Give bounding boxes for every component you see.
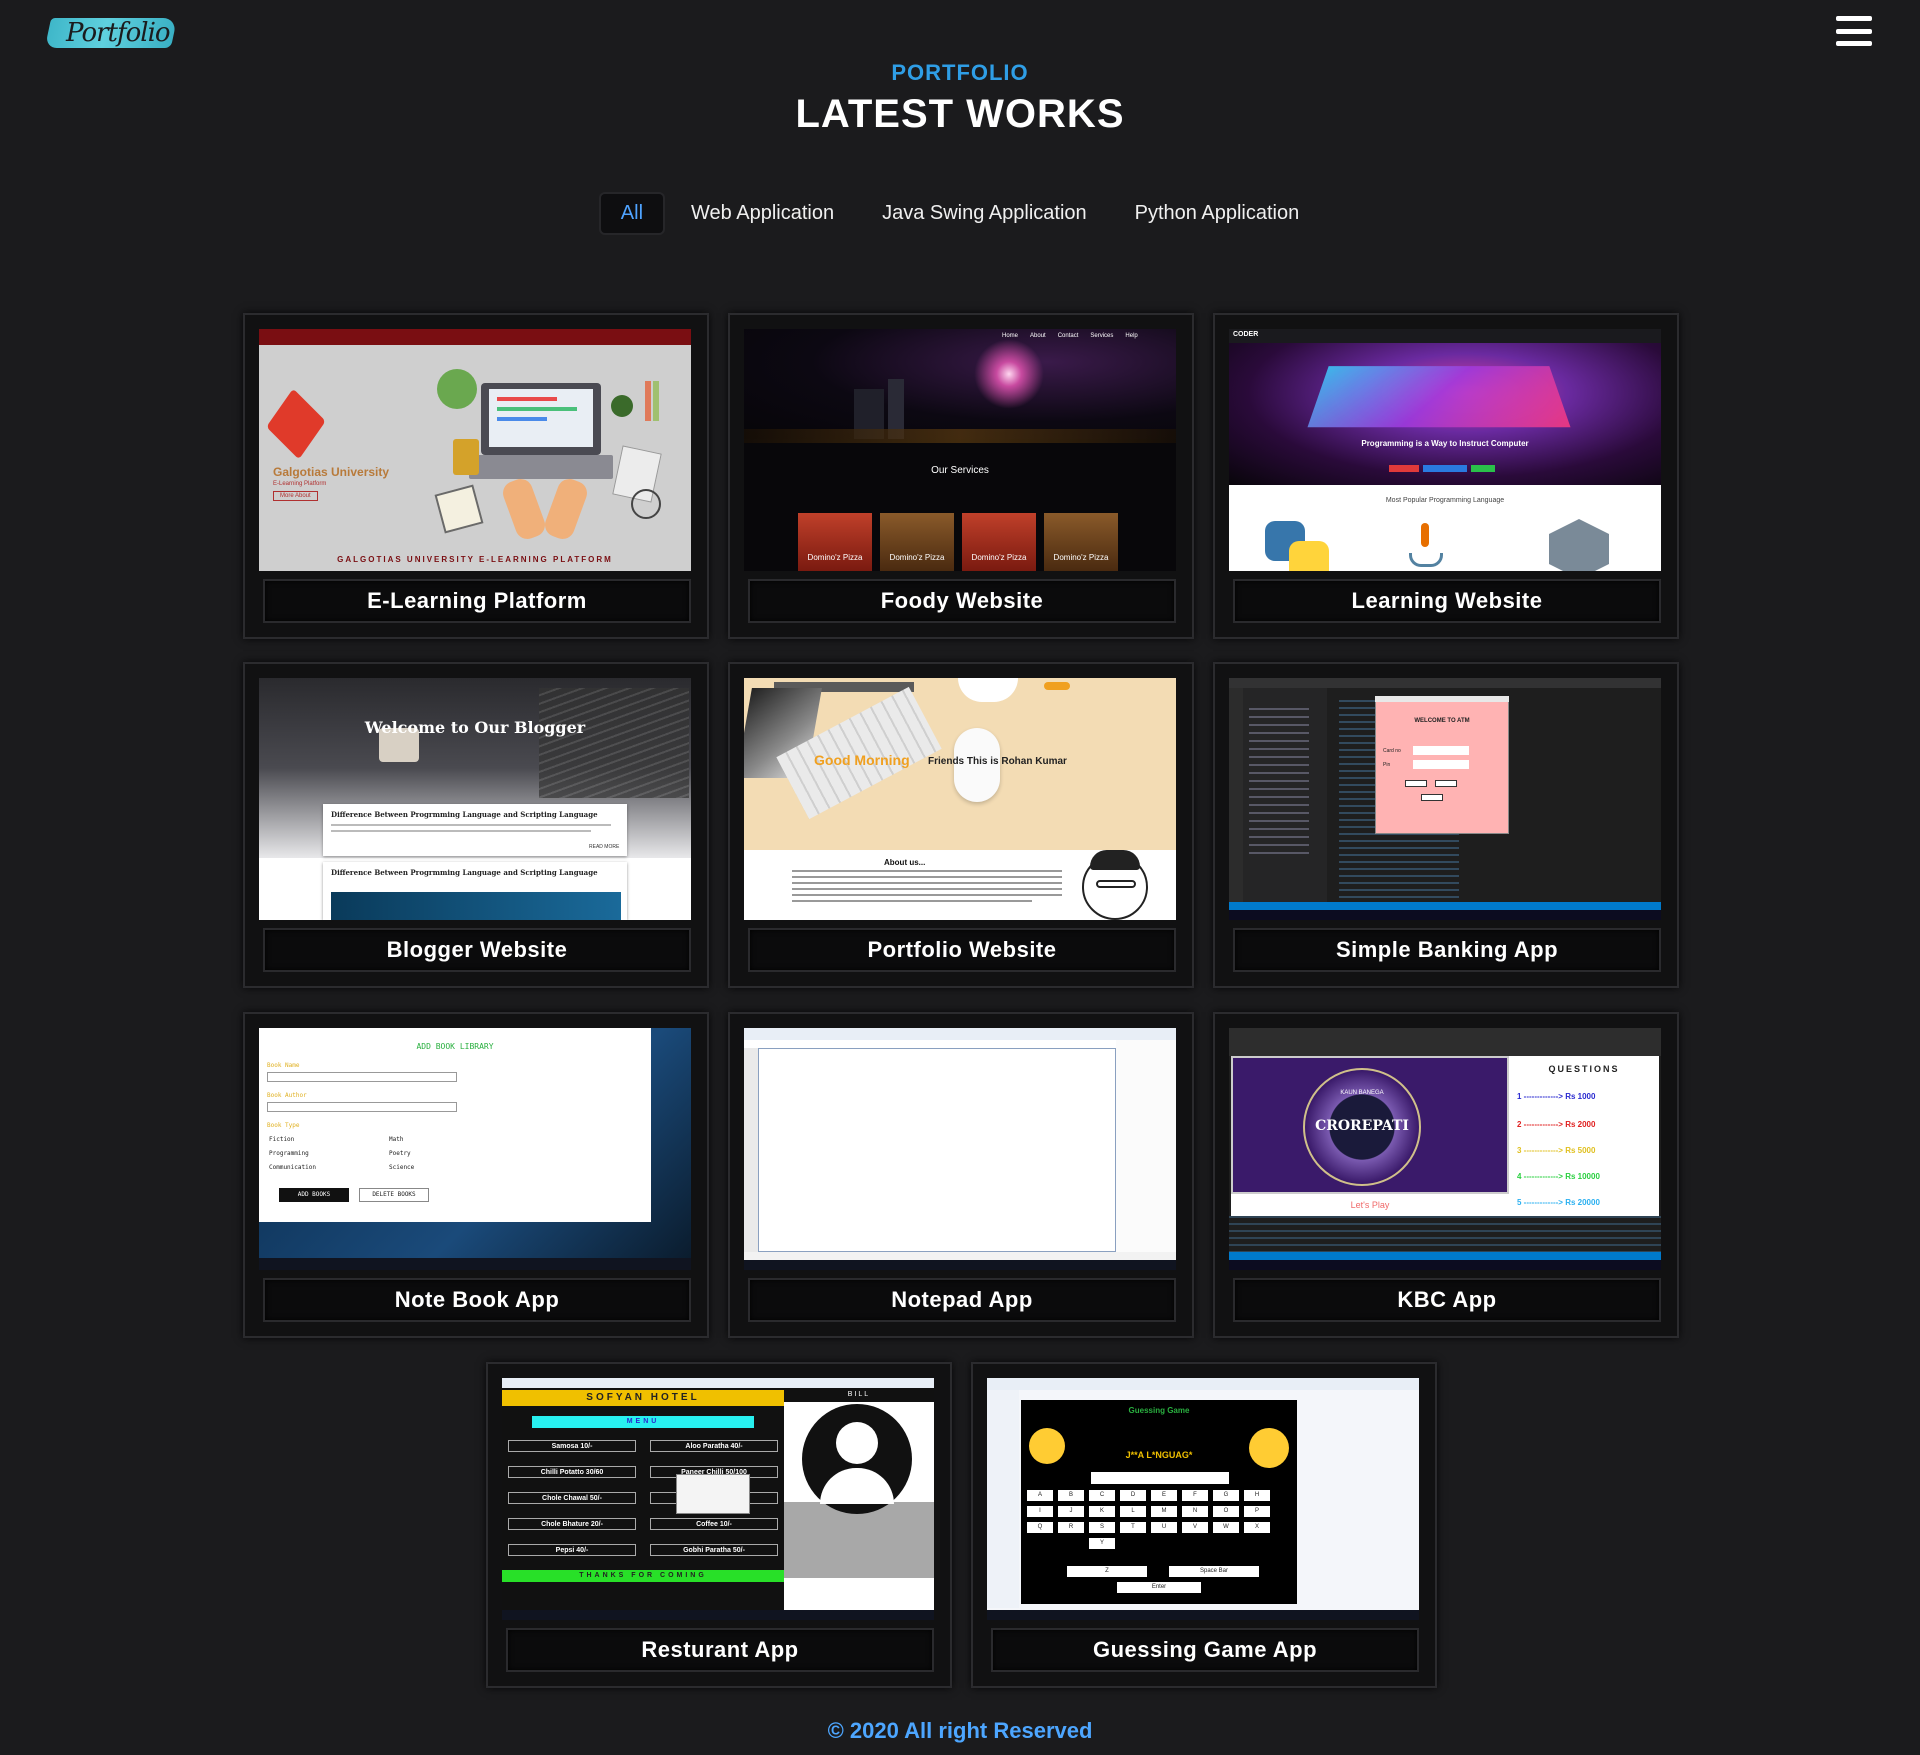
project-title: KBC App xyxy=(1233,1278,1661,1322)
project-thumbnail: Guessing Game J**A L*NGUAG* ABCDEFGHIJKL… xyxy=(987,1378,1419,1620)
project-card[interactable]: CODER Programming is a Way to Instruct C… xyxy=(1213,313,1679,639)
game-key: X xyxy=(1244,1522,1270,1533)
project-card[interactable]: SOFYAN HOTEL MENU Samosa 10/- Aloo Parat… xyxy=(486,1362,952,1688)
project-title: Guessing Game App xyxy=(991,1628,1419,1672)
game-key: U xyxy=(1151,1522,1177,1533)
game-key: I xyxy=(1027,1506,1053,1517)
project-thumbnail: WELCOME TO ATM Card no Pin xyxy=(1229,678,1661,920)
game-key: M xyxy=(1151,1506,1177,1517)
project-card[interactable]: ADD BOOK LIBRARY Book Name Book Author B… xyxy=(243,1012,709,1338)
project-thumbnail: Home About Contact Services Help Our Service… xyxy=(744,329,1176,571)
project-thumbnail: CROREPATI KAUN BANEGA QUESTIONS 1 ------… xyxy=(1229,1028,1661,1270)
game-key: F xyxy=(1182,1490,1208,1501)
project-title: Resturant App xyxy=(506,1628,934,1672)
project-title: Simple Banking App xyxy=(1233,928,1661,972)
project-card[interactable]: Good Morning Friends This is Rohan Kumar… xyxy=(728,662,1194,988)
game-key: R xyxy=(1058,1522,1084,1533)
project-title: Learning Website xyxy=(1233,579,1661,623)
project-card[interactable]: Guessing Game J**A L*NGUAG* ABCDEFGHIJKL… xyxy=(971,1362,1437,1688)
project-thumbnail xyxy=(744,1028,1176,1270)
game-key: Q xyxy=(1027,1522,1053,1533)
game-key: D xyxy=(1120,1490,1146,1501)
section-eyebrow: PORTFOLIO xyxy=(891,60,1029,85)
game-key: A xyxy=(1027,1490,1053,1501)
filter-python-application[interactable]: Python Application xyxy=(1115,194,1320,233)
logo-text: Portfolio xyxy=(66,18,171,48)
filter-web-application[interactable]: Web Application xyxy=(671,194,854,233)
project-title: Foody Website xyxy=(748,579,1176,623)
project-thumbnail: Good Morning Friends This is Rohan Kumar… xyxy=(744,678,1176,920)
project-card[interactable]: Galgotias University E-Learning Platform… xyxy=(243,313,709,639)
project-card[interactable]: Welcome to Our Blogger Difference Betwee… xyxy=(243,662,709,988)
game-key: E xyxy=(1151,1490,1177,1501)
game-key: J xyxy=(1058,1506,1084,1517)
game-key: O xyxy=(1213,1506,1239,1517)
game-key: N xyxy=(1182,1506,1208,1517)
game-key: W xyxy=(1213,1522,1239,1533)
hamburger-menu-icon[interactable] xyxy=(1836,16,1872,46)
game-key: C xyxy=(1089,1490,1115,1501)
game-key: P xyxy=(1244,1506,1270,1517)
project-thumbnail: CODER Programming is a Way to Instruct C… xyxy=(1229,329,1661,571)
project-thumbnail: Welcome to Our Blogger Difference Betwee… xyxy=(259,678,691,920)
footer-copyright: © 2020 All right Reserved xyxy=(827,1718,1093,1743)
project-thumbnail: ADD BOOK LIBRARY Book Name Book Author B… xyxy=(259,1028,691,1270)
game-key: G xyxy=(1213,1490,1239,1501)
game-key: S xyxy=(1089,1522,1115,1533)
project-card[interactable]: WELCOME TO ATM Card no Pin Simple Bankin… xyxy=(1213,662,1679,988)
project-title: Portfolio Website xyxy=(748,928,1176,972)
game-key: H xyxy=(1244,1490,1270,1501)
game-key: B xyxy=(1058,1490,1084,1501)
filter-java-swing-application[interactable]: Java Swing Application xyxy=(862,194,1107,233)
game-key: Y xyxy=(1089,1538,1115,1549)
filter-all[interactable]: All xyxy=(600,194,664,233)
project-card[interactable]: Home About Contact Services Help Our Service… xyxy=(728,313,1194,639)
game-key: L xyxy=(1120,1506,1146,1517)
filter-bar: All Web Application Java Swing Applicati… xyxy=(0,194,1920,233)
project-title: Notepad App xyxy=(748,1278,1176,1322)
project-title: Note Book App xyxy=(263,1278,691,1322)
page-title: LATEST WORKS xyxy=(795,92,1125,136)
project-title: Blogger Website xyxy=(263,928,691,972)
project-card[interactable]: Notepad App xyxy=(728,1012,1194,1338)
project-title: E-Learning Platform xyxy=(263,579,691,623)
game-key: K xyxy=(1089,1506,1115,1517)
game-key: T xyxy=(1120,1522,1146,1533)
game-key: V xyxy=(1182,1522,1208,1533)
project-card[interactable]: CROREPATI KAUN BANEGA QUESTIONS 1 ------… xyxy=(1213,1012,1679,1338)
project-thumbnail: Galgotias University E-Learning Platform… xyxy=(259,329,691,571)
project-thumbnail: SOFYAN HOTEL MENU Samosa 10/- Aloo Parat… xyxy=(502,1378,934,1620)
logo[interactable]: Portfolio xyxy=(44,12,178,54)
